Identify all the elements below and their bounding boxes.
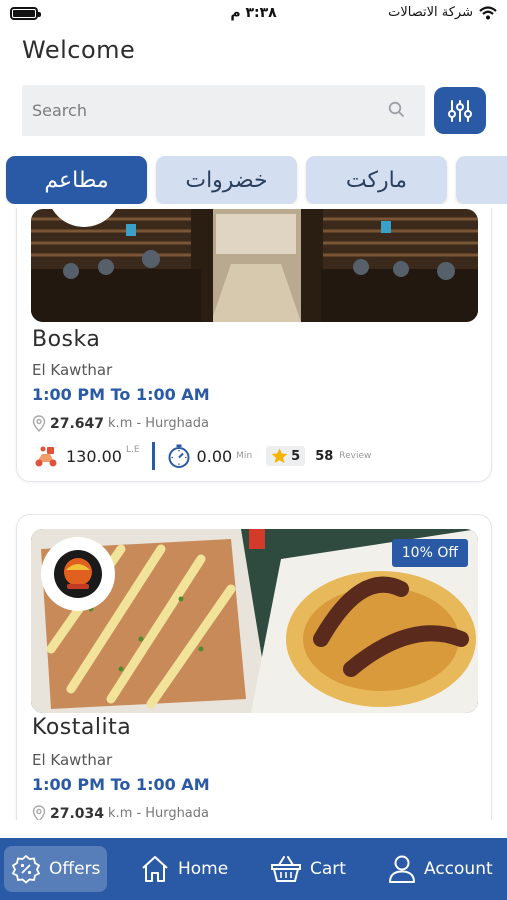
status-bar: ٣:٣٨ م شركة الاتصالات xyxy=(0,0,507,28)
tab-more[interactable] xyxy=(456,156,507,204)
rating-badge: 5 xyxy=(266,446,306,466)
search-icon[interactable] xyxy=(388,101,405,118)
offer-badge: 10% Off xyxy=(391,539,468,567)
wifi-icon xyxy=(479,5,497,19)
opening-hours: 1:00 PM To 1:00 AM xyxy=(32,385,210,404)
currency-label: L.E xyxy=(125,445,140,455)
nav-offers[interactable]: Offers xyxy=(4,846,108,892)
stats-divider xyxy=(151,442,155,470)
nav-account[interactable]: Account xyxy=(388,846,493,892)
bottom-navigation: Offers Home Cart Account xyxy=(0,838,507,900)
category-tabs: مطاعم خضروات ماركت xyxy=(0,156,507,204)
restaurant-area: El Kawthar xyxy=(32,361,113,379)
rating-value: 5 xyxy=(291,448,301,464)
user-icon xyxy=(389,855,415,883)
opening-hours: 1:00 PM To 1:00 AM xyxy=(32,775,210,794)
nav-account-label: Account xyxy=(424,859,493,879)
location-pin-icon xyxy=(32,415,46,432)
restaurant-area: El Kawthar xyxy=(32,751,113,769)
city-name: Hurghada xyxy=(145,806,209,820)
restaurant-name: Boska xyxy=(32,327,101,352)
tab-vegetables[interactable]: خضروات xyxy=(156,156,297,204)
stats-row: 130.00 L.E 0.00 Min 5 58 Review xyxy=(32,441,371,471)
restaurant-interior-photo xyxy=(31,209,478,322)
restaurant-card[interactable]: Boska El Kawthar 1:00 PM To 1:00 AM 27.6… xyxy=(16,208,492,482)
nav-home-label: Home xyxy=(178,859,229,879)
restaurant-logo xyxy=(41,537,115,611)
city-name: Hurghada xyxy=(145,416,209,431)
kostalita-logo-icon xyxy=(54,550,102,598)
distance-value: 27.034 xyxy=(50,805,105,821)
restaurant-image xyxy=(31,209,478,322)
star-icon xyxy=(271,448,288,463)
nav-cart-label: Cart xyxy=(310,859,346,879)
tab-market[interactable]: ماركت xyxy=(306,156,447,204)
nav-offers-label: Offers xyxy=(49,859,101,879)
distance-unit: k.m - xyxy=(108,416,142,431)
delivery-time: 0.00 xyxy=(196,446,233,466)
home-icon xyxy=(142,856,168,882)
basket-icon xyxy=(271,856,301,882)
restaurant-card[interactable]: 10% Off Kostalita El Kawthar 1:00 PM To … xyxy=(16,514,492,820)
filter-button[interactable] xyxy=(434,87,486,134)
location-pin-icon xyxy=(32,805,46,820)
delivery-fee: 130.00 xyxy=(66,446,122,466)
restaurant-list[interactable]: Boska El Kawthar 1:00 PM To 1:00 AM 27.6… xyxy=(0,208,507,820)
stopwatch-icon xyxy=(168,444,190,468)
tab-restaurants[interactable]: مطاعم xyxy=(6,156,147,204)
location-row: 27.034 k.m - Hurghada xyxy=(32,805,209,820)
status-right: شركة الاتصالات xyxy=(388,5,497,20)
carrier-name: شركة الاتصالات xyxy=(388,5,473,20)
nav-cart[interactable]: Cart xyxy=(270,846,346,892)
restaurant-name: Kostalita xyxy=(32,715,132,740)
filter-sliders-icon xyxy=(448,99,472,122)
distance-unit: k.m - xyxy=(108,806,142,820)
search-box[interactable] xyxy=(22,85,425,136)
location-row: 27.647 k.m - Hurghada xyxy=(32,415,209,432)
distance-value: 27.647 xyxy=(50,415,105,432)
review-count: 58 xyxy=(315,448,334,464)
page-title: Welcome xyxy=(22,36,136,64)
review-label: Review xyxy=(339,451,372,461)
delivery-scooter-icon xyxy=(35,446,57,467)
search-input[interactable] xyxy=(32,97,372,123)
time-unit: Min xyxy=(236,451,253,461)
offer-tag-icon xyxy=(11,854,41,884)
nav-home[interactable]: Home xyxy=(140,846,228,892)
